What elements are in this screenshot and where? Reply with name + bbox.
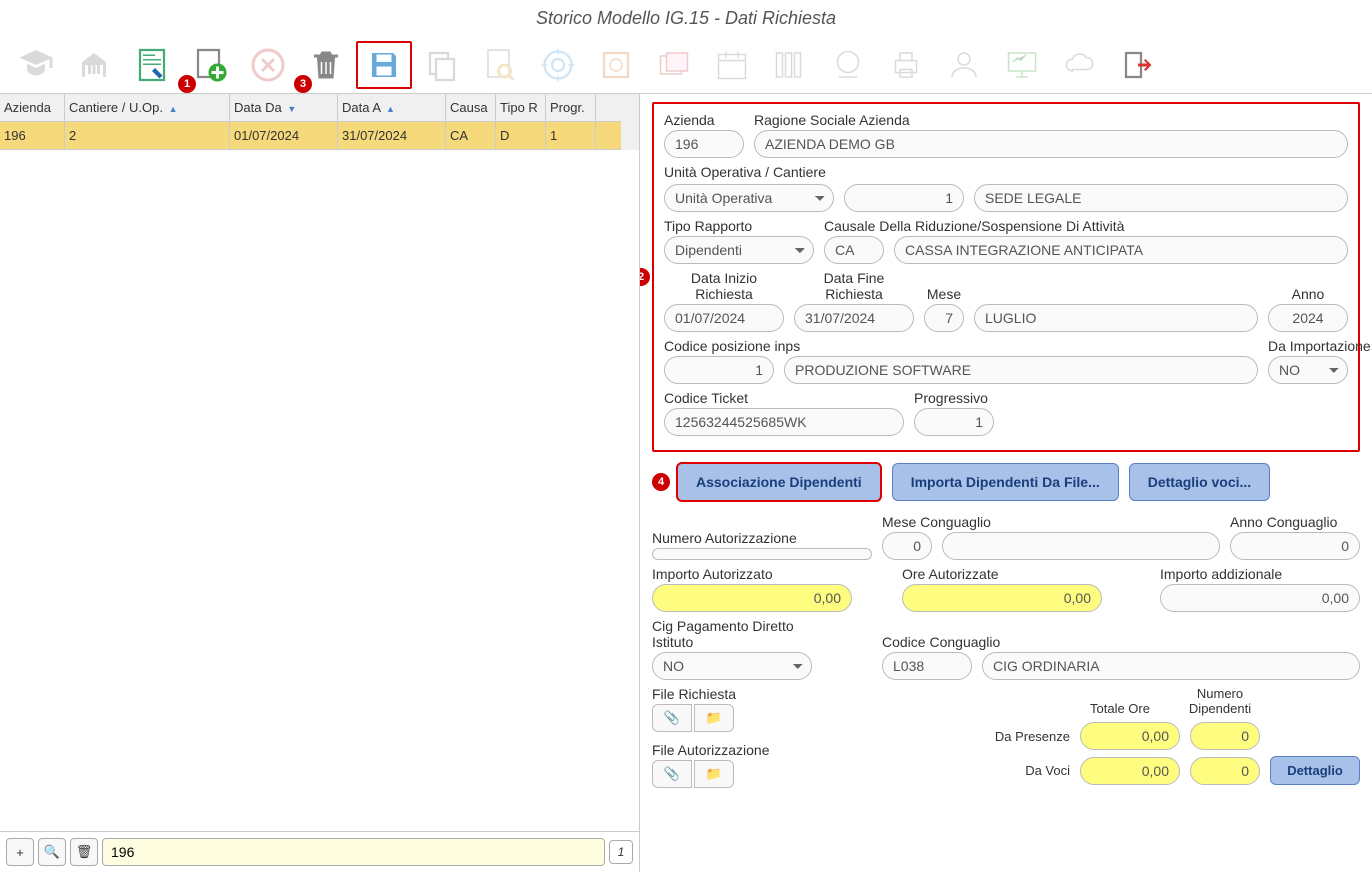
toolbar-building-icon[interactable] bbox=[66, 41, 122, 89]
toolbar-copy-icon[interactable] bbox=[414, 41, 470, 89]
vertical-scrollbar[interactable] bbox=[621, 94, 639, 150]
toolbar-edit-icon[interactable] bbox=[124, 41, 180, 89]
field-unita-code[interactable]: 1 bbox=[844, 184, 964, 212]
toolbar-cancel-icon[interactable] bbox=[240, 41, 296, 89]
search-button[interactable]: 🔍 bbox=[38, 838, 66, 866]
field-mese-cong-desc[interactable] bbox=[942, 532, 1220, 560]
toolbar-delete-icon[interactable]: 3 bbox=[298, 41, 354, 89]
field-ragione[interactable]: AZIENDA DEMO GB bbox=[754, 130, 1348, 158]
toolbar-monitor-icon[interactable] bbox=[994, 41, 1050, 89]
field-mese[interactable]: 7 bbox=[924, 304, 964, 332]
field-imp-add[interactable]: 0,00 bbox=[1160, 584, 1360, 612]
toolbar-calendar-icon[interactable] bbox=[704, 41, 760, 89]
file-rich-open[interactable]: 📁 bbox=[694, 704, 734, 732]
field-cod-cong[interactable]: L038 bbox=[882, 652, 972, 680]
field-azienda[interactable]: 196 bbox=[664, 130, 744, 158]
toolbar-graduate-icon[interactable] bbox=[8, 41, 64, 89]
select-unita[interactable]: Unità Operativa bbox=[664, 184, 834, 212]
form-panel: 2 Azienda196 Ragione Sociale AziendaAZIE… bbox=[640, 94, 1372, 872]
col-causa[interactable]: Causa bbox=[446, 94, 496, 121]
field-causale-desc[interactable]: CASSA INTEGRAZIONE ANTICIPATA bbox=[894, 236, 1348, 264]
col-progr[interactable]: Progr. bbox=[546, 94, 596, 121]
btn-dettaglio-small[interactable]: Dettaglio bbox=[1270, 756, 1360, 785]
field-num-auth[interactable] bbox=[652, 548, 872, 560]
field-ore-auth[interactable]: 0,00 bbox=[902, 584, 1102, 612]
field-anno-cong[interactable]: 0 bbox=[1230, 532, 1360, 560]
add-button[interactable]: + bbox=[6, 838, 34, 866]
toolbar-webcam-icon[interactable] bbox=[820, 41, 876, 89]
field-data-fine[interactable]: 31/07/2024 bbox=[794, 304, 914, 332]
btn-dettaglio-voci[interactable]: Dettaglio voci... bbox=[1129, 463, 1270, 501]
field-cod-inps[interactable]: 1 bbox=[664, 356, 774, 384]
col-data-da[interactable]: Data Da ▼ bbox=[230, 94, 338, 121]
toolbar-print-icon[interactable] bbox=[878, 41, 934, 89]
field-progressivo[interactable]: 1 bbox=[914, 408, 994, 436]
col-azienda[interactable]: Azienda bbox=[0, 94, 65, 121]
grid-row[interactable]: 196 2 01/07/2024 31/07/2024 CA D 1 bbox=[0, 122, 621, 150]
field-voci-dip[interactable]: 0 bbox=[1190, 757, 1260, 785]
left-grid-panel: Azienda Cantiere / U.Op. ▲ Data Da ▼ Dat… bbox=[0, 94, 640, 872]
btn-associazione[interactable]: Associazione Dipendenti bbox=[676, 462, 882, 502]
toolbar-exit-icon[interactable] bbox=[1110, 41, 1166, 89]
toolbar-target-icon[interactable] bbox=[530, 41, 586, 89]
window-title: Storico Modello IG.15 - Dati Richiesta bbox=[0, 0, 1372, 37]
toolbar-books-icon[interactable] bbox=[762, 41, 818, 89]
file-auth-attach[interactable]: 📎 bbox=[652, 760, 692, 788]
file-rich-attach[interactable]: 📎 bbox=[652, 704, 692, 732]
toolbar-images-icon[interactable] bbox=[646, 41, 702, 89]
field-voci-ore[interactable]: 0,00 bbox=[1080, 757, 1180, 785]
field-pres-dip[interactable]: 0 bbox=[1190, 722, 1260, 750]
field-pres-ore[interactable]: 0,00 bbox=[1080, 722, 1180, 750]
form-section-main: 2 Azienda196 Ragione Sociale AziendaAZIE… bbox=[652, 102, 1360, 452]
toolbar-safe-icon[interactable] bbox=[588, 41, 644, 89]
delete-row-button[interactable]: 🗑 bbox=[70, 838, 98, 866]
field-mese-desc[interactable]: LUGLIO bbox=[974, 304, 1258, 332]
field-cod-inps-desc[interactable]: PRODUZIONE SOFTWARE bbox=[784, 356, 1258, 384]
toolbar: 1 3 bbox=[0, 37, 1372, 94]
page-indicator: 1 bbox=[609, 840, 633, 864]
badge-1: 1 bbox=[178, 75, 196, 93]
field-causale-code[interactable]: CA bbox=[824, 236, 884, 264]
col-tipo[interactable]: Tipo R bbox=[496, 94, 546, 121]
toolbar-new-icon[interactable]: 1 bbox=[182, 41, 238, 89]
toolbar-save-icon[interactable] bbox=[356, 41, 412, 89]
file-auth-open[interactable]: 📁 bbox=[694, 760, 734, 788]
field-unita-desc[interactable]: SEDE LEGALE bbox=[974, 184, 1348, 212]
select-tipo-rapporto[interactable]: Dipendenti bbox=[664, 236, 814, 264]
btn-importa[interactable]: Importa Dipendenti Da File... bbox=[892, 463, 1119, 501]
col-data-a[interactable]: Data A ▲ bbox=[338, 94, 446, 121]
badge-3: 3 bbox=[294, 75, 312, 93]
badge-2: 2 bbox=[640, 268, 650, 286]
badge-4: 4 bbox=[652, 473, 670, 491]
grid-header: Azienda Cantiere / U.Op. ▲ Data Da ▼ Dat… bbox=[0, 94, 621, 122]
grid-footer: + 🔍 🗑 1 bbox=[0, 831, 639, 872]
search-input[interactable] bbox=[102, 838, 605, 866]
field-cod-cong-desc[interactable]: CIG ORDINARIA bbox=[982, 652, 1360, 680]
field-mese-cong[interactable]: 0 bbox=[882, 532, 932, 560]
select-cig-pag[interactable]: NO bbox=[652, 652, 812, 680]
field-cod-ticket[interactable]: 12563244525685WK bbox=[664, 408, 904, 436]
toolbar-user-icon[interactable] bbox=[936, 41, 992, 89]
field-imp-auth[interactable]: 0,00 bbox=[652, 584, 852, 612]
col-cantiere[interactable]: Cantiere / U.Op. ▲ bbox=[65, 94, 230, 121]
select-da-import[interactable]: NO bbox=[1268, 356, 1348, 384]
field-data-inizio[interactable]: 01/07/2024 bbox=[664, 304, 784, 332]
toolbar-cloud-icon[interactable] bbox=[1052, 41, 1108, 89]
field-anno[interactable]: 2024 bbox=[1268, 304, 1348, 332]
toolbar-search-doc-icon[interactable] bbox=[472, 41, 528, 89]
